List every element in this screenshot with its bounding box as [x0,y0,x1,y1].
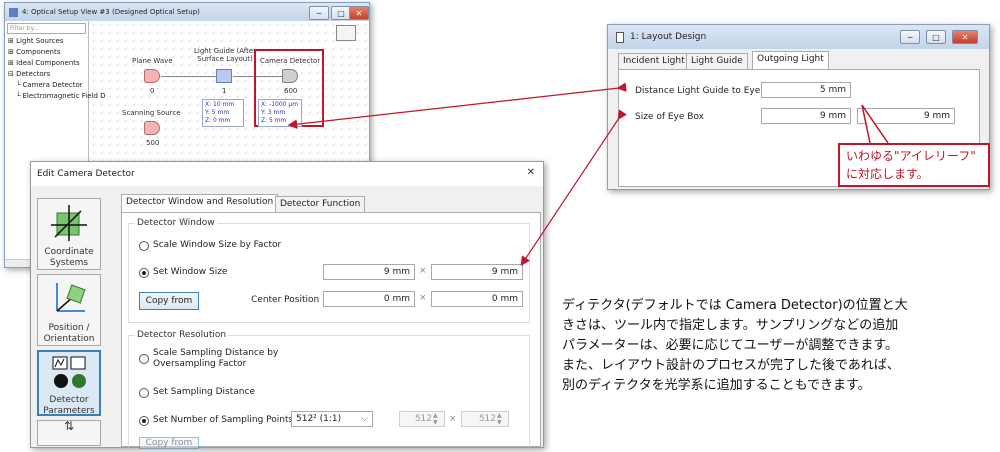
scanning-source-index: 500 [146,139,160,147]
plane-wave-index: 0 [150,87,155,95]
edit-camera-title: Edit Camera Detector [37,169,135,179]
tab-outgoing-light[interactable]: Outgoing Light [752,51,829,69]
distance-field[interactable]: 5 mm [761,82,851,98]
chevron-down-icon: ⌵ [361,414,368,424]
scale-window-radio[interactable] [139,241,149,251]
scanning-source-node[interactable] [144,121,160,135]
maximize-button[interactable]: □ [331,6,351,20]
plane-wave-node[interactable] [144,69,160,83]
description-line-3: パラメーターは、必要に応じてユーザーが調整できます。 [562,338,899,353]
camera-detector-index: 600 [284,87,298,95]
close-button[interactable]: ✕ [952,30,978,44]
tab-light-guide[interactable]: Light Guide [686,53,748,69]
times-sign-2: × [419,293,427,303]
camera-detector-label: Camera Detector [260,57,321,65]
points-x-spinner-icon[interactable]: ▲ ▼ [433,412,443,426]
layout-design-title: 1: Layout Design [630,32,707,42]
description-line-5: 別のディテクタを光学系に追加することもできます。 [562,378,871,393]
scale-sampling-label: Scale Sampling Distance by Oversampling F… [153,348,279,369]
copy-from-button[interactable]: Copy from [139,292,199,310]
points-y-spinner-icon[interactable]: ▲ ▼ [497,412,507,426]
sampling-points-select[interactable]: 512² (1:1) ⌵ [291,411,373,427]
times-sign: × [419,266,427,276]
more-icon: ⇅ [63,419,75,433]
light-guide-index: 1 [222,87,227,95]
set-window-radio[interactable] [139,268,149,278]
center-x-field[interactable]: 0 mm [323,291,415,307]
tab-detector-function[interactable]: Detector Function [275,196,366,212]
center-y-field[interactable]: 0 mm [431,291,523,307]
description-line-2: きさは、ツール内で指定します。サンプリングなどの追加 [562,318,899,333]
description-line-4: また、レイアウト設計のプロセスが完了した後であれば、 [562,358,900,373]
optical-setup-title: 4: Optical Setup View #3 (Designed Optic… [22,8,200,16]
scale-window-label: Scale Window Size by Factor [153,240,282,250]
times-sign-3: × [449,414,457,424]
light-guide-info: X: 10 mm Y: 5 mm Z: 0 mm [202,99,244,127]
minimize-button[interactable]: ─ [309,6,329,20]
sidebar-item-detector-parameters[interactable]: Detector Parameters [37,350,101,416]
tab-incident-light[interactable]: Incident Light [618,53,690,69]
filter-input[interactable]: Filter by... [7,23,86,34]
tree-item-camera-detector[interactable]: └ Camera Detector [8,80,88,91]
edit-camera-titlebar[interactable]: Edit Camera Detector ✕ [31,162,543,186]
tree-item-detectors[interactable]: ⊟ Detectors [8,69,88,80]
detector-window-group: Detector Window Scale Window Size by Fac… [128,218,530,323]
set-sampling-distance-radio[interactable] [139,388,149,398]
copy-from-button-2[interactable]: Copy from [139,437,199,449]
set-sampling-points-radio[interactable] [139,416,149,426]
tree-item-ideal-components[interactable]: ⊞ Ideal Components [8,58,88,69]
position-orientation-icon [56,283,86,312]
scanning-source-label: Scanning Source [122,109,181,117]
tree-item-components[interactable]: ⊞ Components [8,47,88,58]
tab-panel: Detector Window Scale Window Size by Fac… [121,212,541,449]
set-window-label: Set Window Size [153,267,228,277]
center-position-label: Center Position [251,295,320,305]
edit-camera-dialog: Edit Camera Detector ✕ Coordinate Systems [30,161,544,449]
sidebar-item-more[interactable]: ⇅ [37,420,101,446]
window-size-x-field[interactable]: 9 mm [323,264,415,280]
sidebar-item-position-orientation[interactable]: Position / Orientation [37,274,101,346]
light-guide-label: Light Guide (After Surface Layout) [194,47,257,63]
window-size-y-field[interactable]: 9 mm [431,264,523,280]
eye-relief-callout: いわゆる"アイレリーフ" に対応します。 [838,143,990,187]
detector-window-title: Detector Window [135,218,217,228]
eye-box-field-y[interactable]: 9 mm [857,108,955,124]
coordinate-systems-icon [51,205,87,241]
eye-box-label: Size of Eye Box [635,112,705,122]
detector-resolution-group: Detector Resolution Scale Sampling Dista… [128,330,530,449]
detector-resolution-title: Detector Resolution [135,330,229,340]
description-line-1: ディテクタ(デフォルトでは Camera Detector)の位置と大 [562,298,908,313]
window-icon [616,31,624,43]
light-guide-node[interactable] [216,69,232,83]
distance-label: Distance Light Guide to Eye [635,86,761,96]
camera-detector-node[interactable] [282,69,298,83]
sidebar-item-coordinate-systems[interactable]: Coordinate Systems [37,198,101,270]
description: ディテクタ(デフォルトでは Camera Detector)の位置と大 きさは、… [562,296,992,396]
detector-parameters-icon [52,356,86,388]
app-icon [9,7,18,17]
set-sampling-points-label: Set Number of Sampling Points [153,415,294,425]
tree-item-light-sources[interactable]: ⊞ Light Sources [8,36,88,47]
eye-box-field-x[interactable]: 9 mm [761,108,851,124]
camera-detector-info: X: -1000 µm Y: 3 mm Z: 5 mm [258,99,302,127]
wire-1 [161,76,216,77]
canvas-toolbar-icon[interactable] [336,25,356,41]
tab-detector-window-resolution[interactable]: Detector Window and Resolution [121,194,279,212]
plane-wave-label: Plane Wave [132,57,173,65]
tree-item-em-field[interactable]: └ Electromagnetic Field D [8,91,106,102]
sidebar: Coordinate Systems Position / Orientation [31,192,115,447]
scale-sampling-radio[interactable] [139,354,149,364]
minimize-button[interactable]: ─ [900,30,920,44]
close-icon[interactable]: ✕ [527,167,535,178]
close-button[interactable]: ✕ [349,6,369,20]
dialog-body: Coordinate Systems Position / Orientation [31,186,543,449]
maximize-button[interactable]: □ [926,30,946,44]
set-sampling-distance-label: Set Sampling Distance [153,387,255,397]
